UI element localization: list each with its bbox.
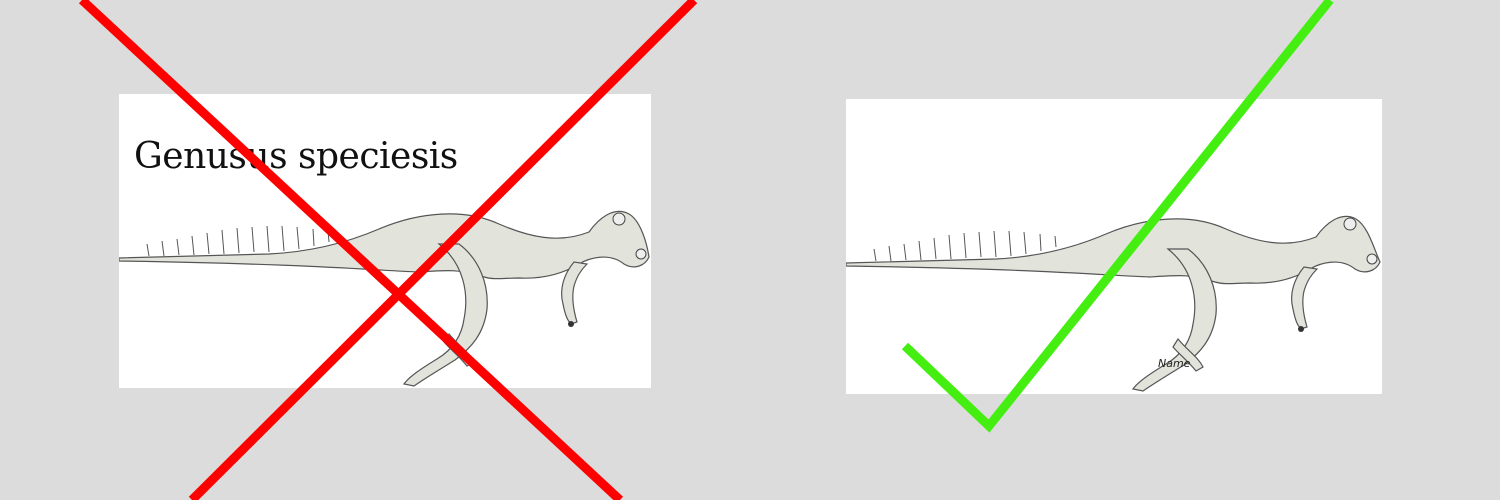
beak-detail: [635, 248, 647, 260]
dinosaur-illustration-right: Name: [846, 215, 1381, 392]
head-knob: [1343, 217, 1357, 231]
artist-signature: Name: [1158, 357, 1191, 370]
incorrect-example-panel: Genusus speciesis: [119, 94, 651, 388]
beak-detail: [1366, 253, 1378, 265]
hand-detail: [568, 321, 574, 327]
correct-example-panel: Name: [846, 99, 1382, 394]
dinosaur-drawing: [119, 210, 650, 387]
species-name-caption: Genusus speciesis: [134, 136, 458, 177]
head-knob: [612, 212, 626, 226]
hand-detail: [1298, 326, 1304, 332]
dinosaur-drawing: [846, 215, 1381, 392]
